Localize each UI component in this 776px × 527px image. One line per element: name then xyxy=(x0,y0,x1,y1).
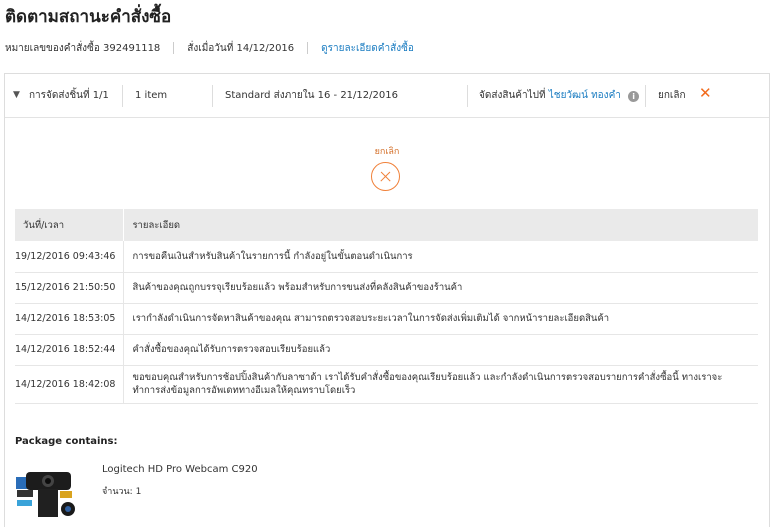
table-row: 14/12/2016 18:52:44 คำสั่งซื้อของคุณได้ร… xyxy=(15,334,758,366)
ship-to-prefix: จัดส่งสินค้าไปที่ xyxy=(479,90,546,101)
page-title: ติดตามสถานะคำสั่งซื้อ xyxy=(5,7,172,27)
row-detail: คำสั่งซื้อของคุณได้รับการตรวจสอบเรียบร้อ… xyxy=(123,334,758,366)
table-row: 14/12/2016 18:42:08 ขอขอบคุณสำหรับการช้อ… xyxy=(15,365,758,404)
item-count: 1 item xyxy=(135,90,168,101)
product-name[interactable]: Logitech HD Pro Webcam C920 xyxy=(102,464,258,475)
package-title: Package contains: xyxy=(15,436,118,447)
order-details-link[interactable]: ดูรายละเอียดคำสั่งซื้อ xyxy=(321,41,414,56)
shipment-card: ▼ การจัดส่งชิ้นที่ 1/1 1 item Standard ส… xyxy=(4,73,770,527)
column-header-datetime: วันที่/เวลา xyxy=(15,209,125,241)
row-detail: สินค้าของคุณถูกบรรจุเรียบร้อยแล้ว พร้อมส… xyxy=(123,272,758,304)
row-detail: เรากำลังดำเนินการจัดหาสินค้าของคุณ สามาร… xyxy=(123,303,758,335)
divider xyxy=(173,42,175,54)
row-detail: การขอคืนเงินสำหรับสินค้าในรายการนี้ กำลั… xyxy=(123,241,758,273)
cancel-x-icon: ✕ xyxy=(699,84,712,102)
divider xyxy=(122,85,123,107)
ship-to: จัดส่งสินค้าไปที่ ไชยวัฒน์ ทองคำ i xyxy=(479,89,640,103)
info-icon[interactable]: i xyxy=(628,91,640,102)
delivery-estimate: Standard ส่งภายใน 16 - 21/12/2016 xyxy=(225,90,398,101)
row-time: 19/12/2016 09:43:46 xyxy=(15,241,125,273)
status-history-table: วันที่/เวลา รายละเอียด 19/12/2016 09:43:… xyxy=(15,209,758,404)
cancelled-circle-icon xyxy=(371,162,400,191)
row-detail: ขอขอบคุณสำหรับการช้อปปิ้งสินค้ากับลาซาด้… xyxy=(123,365,758,404)
order-meta: หมายเลขของคำสั่งซื้อ 392491118 สั่งเมื่อ… xyxy=(5,41,414,55)
webcam-product-image[interactable] xyxy=(16,467,76,522)
shipment-header[interactable]: ▼ การจัดส่งชิ้นที่ 1/1 1 item Standard ส… xyxy=(5,74,769,118)
order-number: หมายเลขของคำสั่งซื้อ 392491118 xyxy=(5,42,161,54)
ship-to-name-link[interactable]: ไชยวัฒน์ ทองคำ xyxy=(549,90,621,101)
column-header-detail: รายละเอียด xyxy=(123,209,758,241)
row-time: 14/12/2016 18:53:05 xyxy=(15,303,125,335)
status-label: ยกเลิก xyxy=(374,147,400,157)
order-date: สั่งเมื่อวันที่ 14/12/2016 xyxy=(187,42,295,54)
divider xyxy=(467,85,468,107)
row-time: 14/12/2016 18:42:08 xyxy=(15,365,125,404)
product-quantity: จำนวน: 1 xyxy=(102,487,142,497)
divider xyxy=(307,42,309,54)
shipment-status: ยกเลิก xyxy=(658,90,686,101)
table-row: 14/12/2016 18:53:05 เรากำลังดำเนินการจัด… xyxy=(15,303,758,335)
row-time: 14/12/2016 18:52:44 xyxy=(15,334,125,366)
table-header-row: วันที่/เวลา รายละเอียด xyxy=(15,209,758,241)
table-row: 15/12/2016 21:50:50 สินค้าของคุณถูกบรรจุ… xyxy=(15,272,758,304)
shipment-label: การจัดส่งชิ้นที่ 1/1 xyxy=(29,90,109,101)
caret-down-icon[interactable]: ▼ xyxy=(13,90,20,100)
table-row: 19/12/2016 09:43:46 การขอคืนเงินสำหรับสิ… xyxy=(15,241,758,273)
row-time: 15/12/2016 21:50:50 xyxy=(15,272,125,304)
divider xyxy=(212,85,213,107)
divider xyxy=(645,85,646,107)
